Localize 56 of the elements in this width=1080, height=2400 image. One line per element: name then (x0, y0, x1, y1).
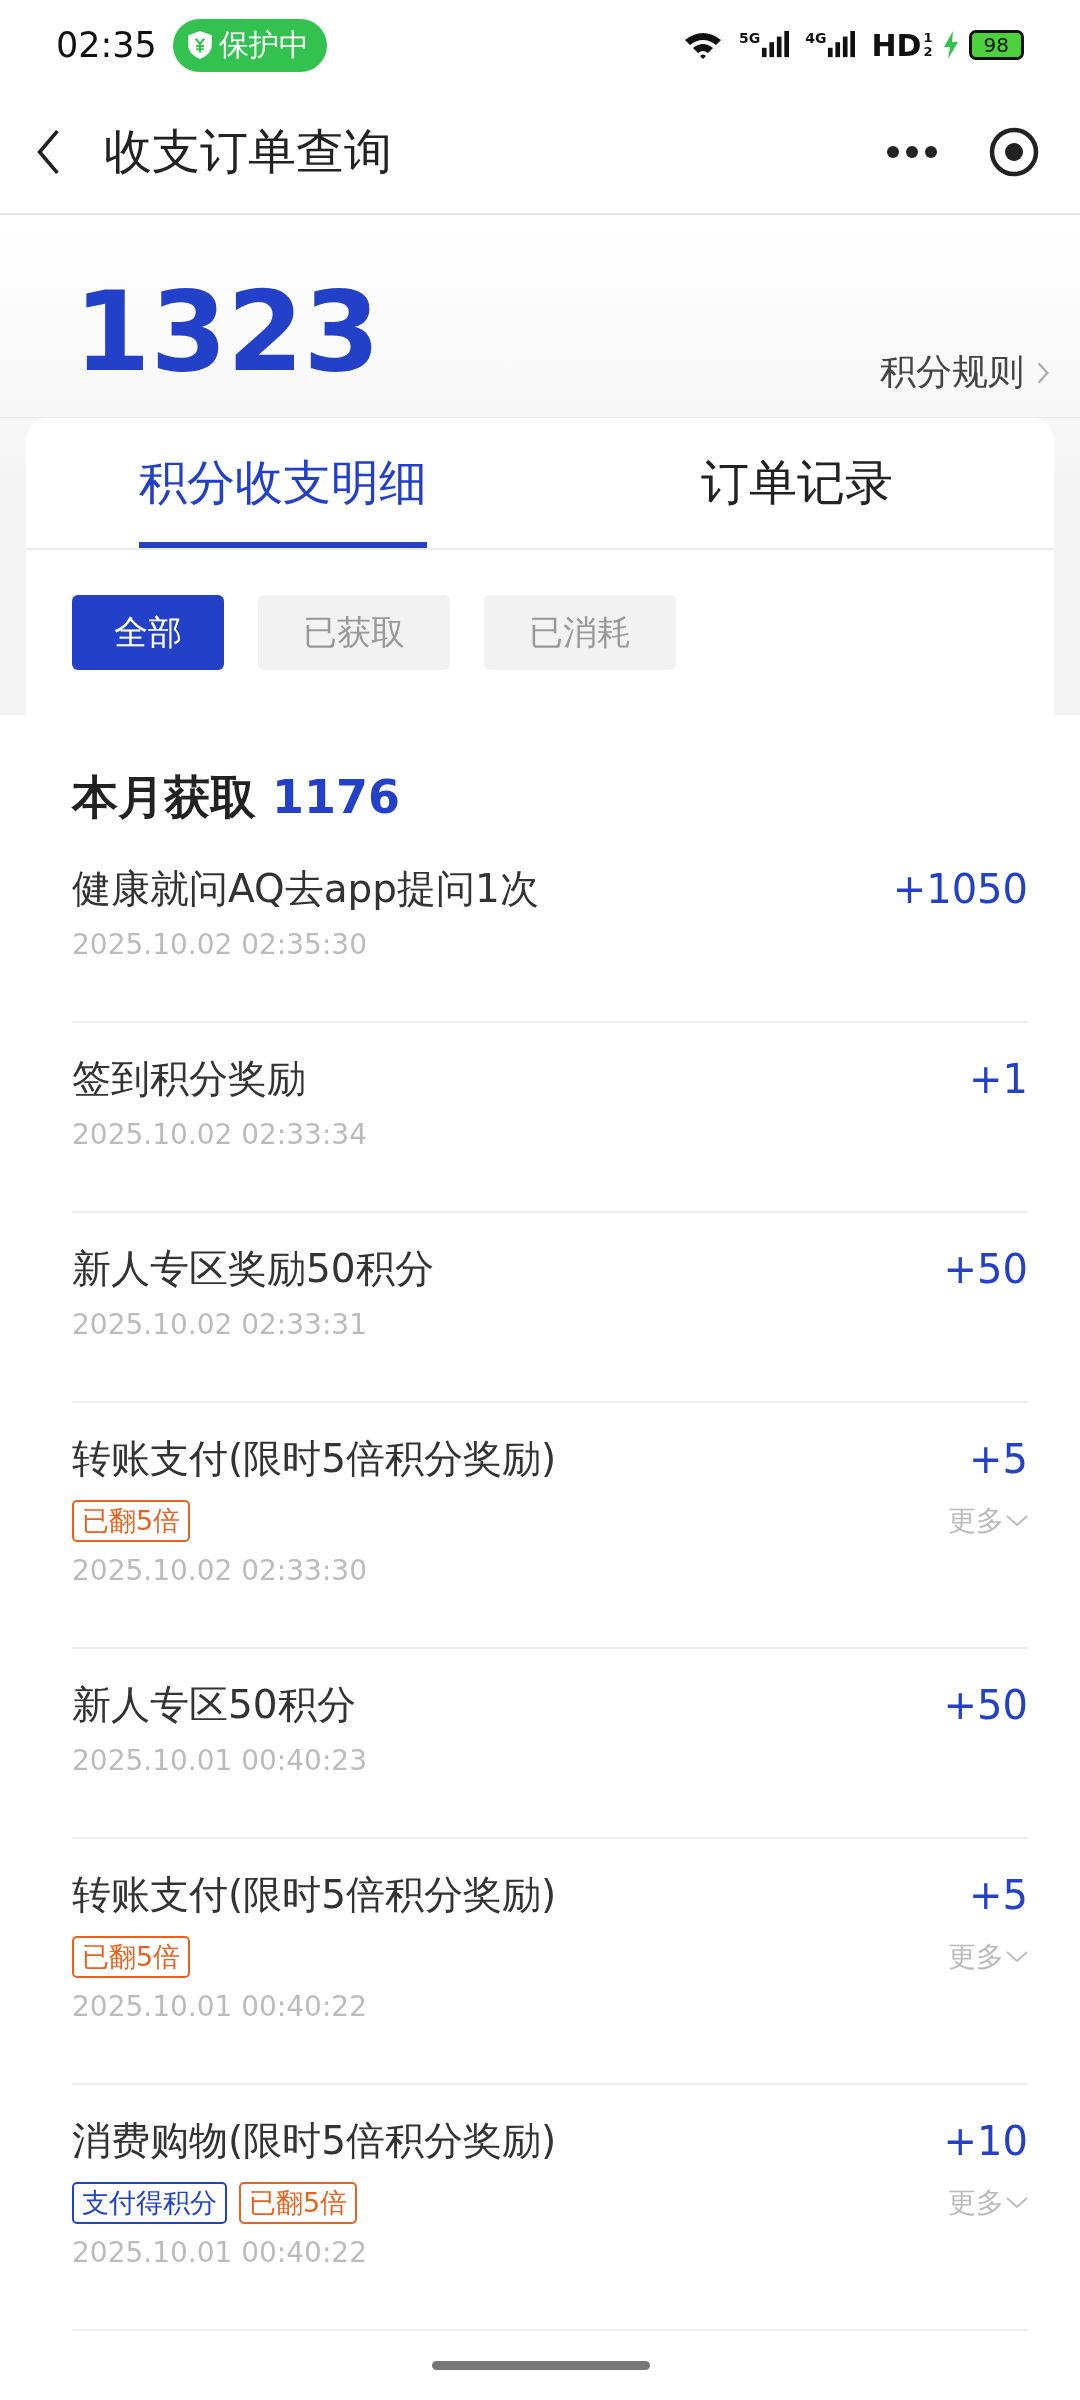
signal-icon (761, 30, 790, 60)
tab[interactable]: 积分收支明细 (139, 418, 427, 548)
charging-icon (942, 31, 959, 59)
record-amount: +5 (969, 1872, 1028, 1918)
chevron-down-icon (1006, 1515, 1028, 1527)
network-label: 4G (805, 30, 827, 46)
filter-chip[interactable]: 已消耗 (484, 595, 676, 670)
filter-chip[interactable]: 全部 (72, 595, 224, 670)
signal-icon (827, 30, 856, 60)
record-amount: +50 (943, 1246, 1028, 1292)
record-title: 转账支付(限时5倍积分奖励) (72, 1435, 557, 1483)
record-time: 2025.10.01 00:40:22 (72, 1989, 368, 2025)
record-title: 健康就问AQ去app提问1次 (72, 865, 539, 913)
tab[interactable]: 订单记录 (701, 418, 893, 548)
record-time: 2025.10.02 02:35:30 (72, 927, 368, 963)
record-title: 签到积分奖励 (72, 1055, 306, 1103)
month-summary: 本月获取 1176 (72, 769, 401, 826)
back-icon[interactable] (36, 128, 62, 175)
more-icon[interactable] (886, 144, 938, 159)
record-time: 2025.10.01 00:40:23 (72, 1743, 368, 1779)
network-label: 5G (739, 30, 761, 46)
record-amount: +5 (969, 1436, 1028, 1482)
record-time: 2025.10.01 00:40:22 (72, 2235, 368, 2271)
filter-chip[interactable]: 已获取 (258, 595, 450, 670)
hd-sub-label: 2 (923, 45, 933, 59)
badge-text: 保护中 (218, 25, 309, 64)
status-time: 02:35 (56, 25, 157, 65)
record-title: 消费购物(限时5倍积分奖励) (72, 2117, 557, 2165)
record-time: 2025.10.02 02:33:31 (72, 1307, 368, 1343)
points-total: 1323 (74, 277, 381, 387)
record-amount: +10 (943, 2118, 1028, 2164)
record-tag: 已翻5倍 (72, 1500, 191, 1542)
more-toggle[interactable]: 更多 (948, 1938, 1028, 1976)
record-time: 2025.10.02 02:33:30 (72, 1553, 368, 1589)
chevron-down-icon (1006, 1951, 1028, 1963)
record-amount: +1 (969, 1056, 1028, 1102)
hd-label: HD (871, 27, 922, 63)
record-tag: 已翻5倍 (72, 1936, 191, 1978)
wifi-icon (683, 30, 723, 60)
hd-sub-label: 1 (923, 31, 933, 45)
more-toggle[interactable]: 更多 (948, 1502, 1028, 1540)
record-amount: +50 (943, 1682, 1028, 1728)
rules-link[interactable]: 积分规则 (880, 348, 1050, 397)
chevron-down-icon (1006, 2197, 1028, 2209)
record-amount: +1050 (892, 866, 1028, 912)
record-title: 转账支付(限时5倍积分奖励) (72, 1871, 557, 1919)
record-tag: 支付得积分 (72, 2182, 227, 2224)
more-toggle[interactable]: 更多 (948, 2184, 1028, 2222)
shield-icon (186, 30, 213, 60)
record-title: 新人专区50积分 (72, 1681, 356, 1729)
chevron-right-icon (1036, 360, 1050, 385)
record-tag: 已翻5倍 (239, 2182, 358, 2224)
record-time: 2025.10.02 02:33:34 (72, 1117, 368, 1153)
record-title: 新人专区奖励50积分 (72, 1245, 434, 1293)
page-title: 收支订单查询 (104, 121, 392, 181)
battery-indicator: 98 (968, 30, 1024, 60)
